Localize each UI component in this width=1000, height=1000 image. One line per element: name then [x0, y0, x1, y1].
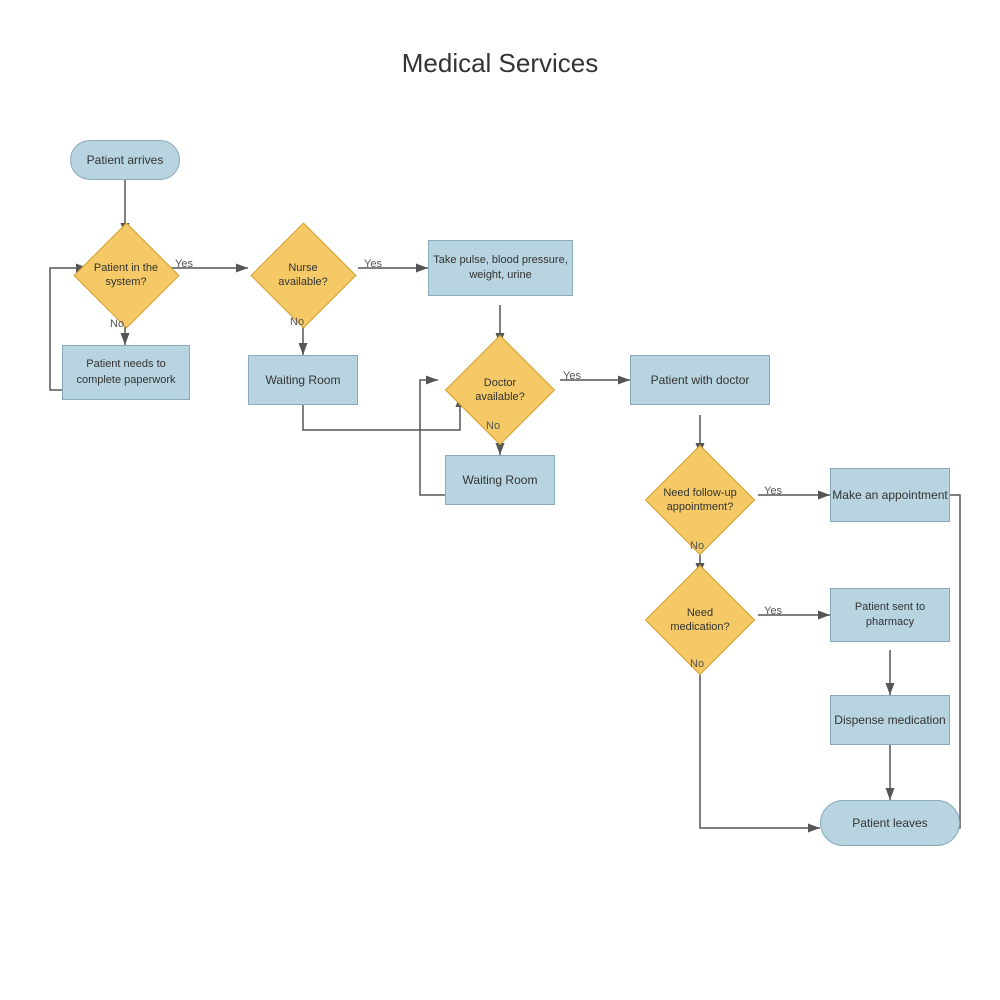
label-yes-2: Yes: [364, 258, 382, 270]
label-yes-1: Yes: [175, 258, 193, 270]
label-yes-3: Yes: [563, 370, 581, 382]
make-appointment-node: Make an appointment: [830, 468, 950, 522]
patient-needs-paperwork-node: Patient needs to complete paperwork: [62, 345, 190, 400]
page-title: Medical Services: [0, 48, 1000, 79]
label-yes-5: Yes: [764, 605, 782, 617]
label-no-5: No: [690, 658, 704, 670]
label-no-4: No: [690, 540, 704, 552]
nurse-available-node: Nurse available?: [245, 230, 361, 320]
waiting-room-1-node: Waiting Room: [248, 355, 358, 405]
dispense-medication-node: Dispense medication: [830, 695, 950, 745]
patient-in-system-node: Patient in the system?: [68, 230, 184, 320]
label-no-2: No: [290, 316, 304, 328]
take-pulse-node: Take pulse, blood pressure, weight, urin…: [428, 240, 573, 296]
patient-leaves-node: Patient leaves: [820, 800, 960, 846]
need-followup-node: Need follow-up appointment?: [638, 455, 762, 545]
patient-pharmacy-node: Patient sent to pharmacy: [830, 588, 950, 642]
label-no-1: No: [110, 318, 124, 330]
waiting-room-2-node: Waiting Room: [445, 455, 555, 505]
patient-arrives-node: Patient arrives: [70, 140, 180, 180]
patient-with-doctor-node: Patient with doctor: [630, 355, 770, 405]
label-yes-4: Yes: [764, 485, 782, 497]
need-medication-node: Need medication?: [638, 575, 762, 665]
label-no-3: No: [486, 420, 500, 432]
